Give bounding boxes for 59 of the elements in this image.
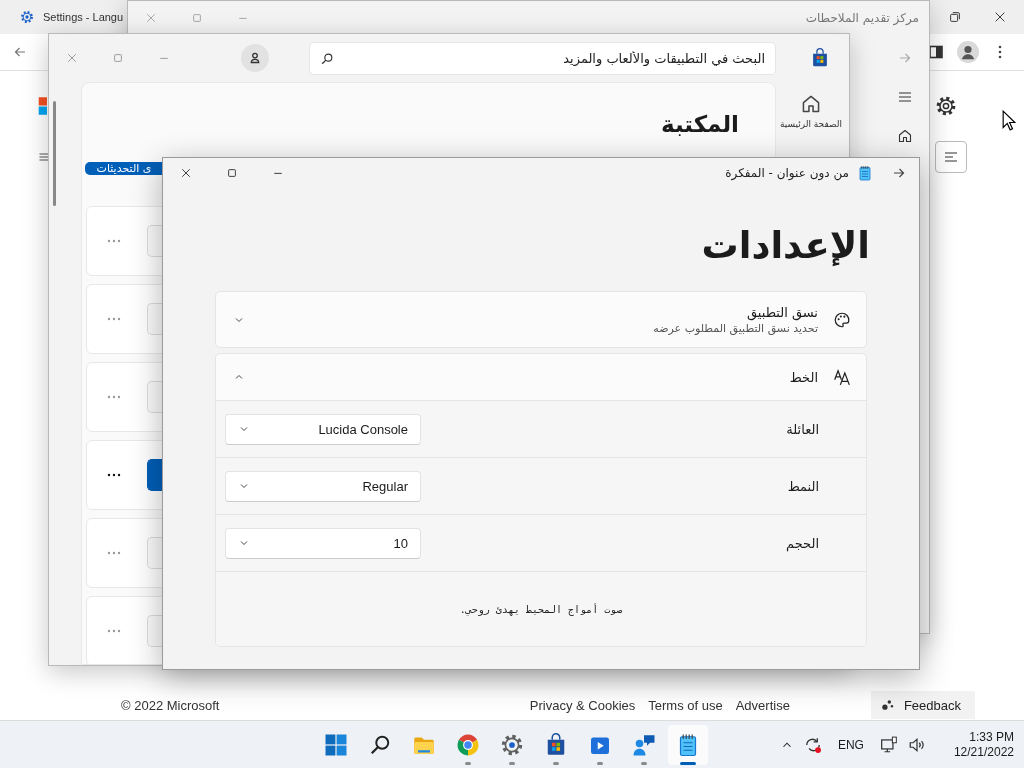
people-icon — [632, 732, 656, 757]
setting-description: تحديد نسق التطبيق المطلوب عرضه — [653, 321, 818, 335]
people-icon — [880, 698, 895, 712]
palette-icon — [833, 310, 851, 329]
settings-card[interactable]: الخط — [216, 354, 866, 400]
language-indicator[interactable]: ENG — [837, 737, 864, 752]
field-label: الحجم — [786, 535, 819, 551]
window-title: من دون عنوان - المفكرة — [725, 166, 849, 180]
clock-date[interactable]: 12/21/2022 — [953, 744, 1014, 760]
page-heading: الإعدادات — [700, 223, 870, 269]
cursor-icon — [1002, 110, 1016, 131]
network-icon[interactable] — [879, 735, 898, 754]
setting-title: الخط — [789, 369, 818, 385]
setting-title: نسق التطبيق — [745, 304, 818, 320]
store-icon — [810, 48, 830, 68]
action-button[interactable] — [147, 459, 162, 491]
dropdown[interactable]: 10 — [225, 527, 421, 559]
sync-icon[interactable] — [803, 735, 822, 754]
lines-icon — [943, 149, 959, 165]
volume-icon[interactable] — [907, 735, 926, 754]
gear-icon — [20, 10, 34, 24]
field-label: النمط — [787, 478, 819, 494]
window-title: مركز تقديم الملاحطات — [805, 11, 919, 25]
dropdown[interactable]: Lucida Console — [225, 413, 421, 445]
browser-icon — [456, 732, 480, 757]
logo-icon[interactable] — [37, 96, 48, 116]
settings-icon[interactable] — [935, 95, 957, 117]
copyright-text: © 2022 Microsoft — [121, 697, 220, 713]
sidebar-icon[interactable] — [928, 44, 944, 60]
notepad-icon — [857, 165, 873, 181]
footer-link[interactable]: Terms of use — [648, 697, 723, 713]
footer-link[interactable]: Privacy & Cookies — [529, 697, 636, 713]
lines-button[interactable] — [935, 141, 967, 173]
footer-link[interactable]: Advertise — [735, 697, 790, 713]
page-heading: المكتبة — [660, 110, 739, 139]
windows-logo-icon — [324, 732, 348, 757]
restore-icon[interactable] — [948, 10, 962, 24]
settings-card[interactable]: نسق التطبيق تحديد نسق التطبيق المطلوب عرضه — [216, 292, 866, 347]
gear-icon — [500, 732, 524, 757]
clock-time[interactable]: 1:33 PM — [969, 729, 1014, 745]
dropdown[interactable]: Regular — [225, 470, 421, 502]
taskbar-button[interactable] — [668, 724, 708, 765]
search-icon[interactable] — [320, 51, 334, 66]
maximize-icon[interactable] — [226, 167, 238, 179]
browser-tab[interactable]: Settings - Langu — [20, 10, 124, 24]
home-icon[interactable] — [800, 93, 822, 115]
nav-label[interactable]: الصفحة الرئيسية — [779, 119, 843, 129]
avatar[interactable] — [241, 44, 269, 72]
home-icon[interactable] — [897, 128, 913, 144]
scrollbar[interactable] — [53, 101, 56, 206]
close-icon[interactable] — [180, 167, 192, 179]
update-button[interactable]: ى التحديثات — [85, 162, 163, 175]
close-icon[interactable] — [993, 10, 1007, 24]
profile-icon[interactable] — [957, 41, 979, 63]
search-field[interactable]: البحث في التطبيقات والألعاب والمزيد — [309, 41, 776, 75]
feedback-button[interactable]: Feedback — [870, 691, 975, 719]
field-label: العائلة — [786, 421, 819, 437]
font-icon — [833, 368, 851, 386]
preview-text: صوت أمواج المحيط يهدئ روحي. — [459, 603, 623, 615]
